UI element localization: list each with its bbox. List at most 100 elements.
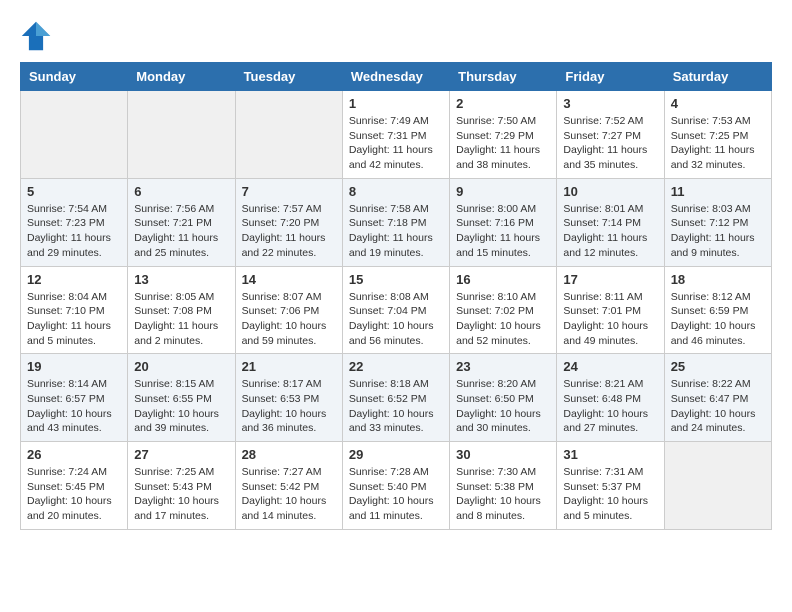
day-number: 19 [27, 359, 121, 374]
day-info: Sunrise: 8:03 AM Sunset: 7:12 PM Dayligh… [671, 202, 765, 261]
day-number: 17 [563, 272, 657, 287]
day-info: Sunrise: 8:15 AM Sunset: 6:55 PM Dayligh… [134, 377, 228, 436]
calendar-cell: 4 Sunrise: 7:53 AM Sunset: 7:25 PM Daylig… [664, 91, 771, 179]
day-info: Sunrise: 7:24 AM Sunset: 5:45 PM Dayligh… [27, 465, 121, 524]
calendar-cell: 20 Sunrise: 8:15 AM Sunset: 6:55 PM Dayli… [128, 354, 235, 442]
calendar-cell: 26 Sunrise: 7:24 AM Sunset: 5:45 PM Dayli… [21, 442, 128, 530]
calendar-cell: 19 Sunrise: 8:14 AM Sunset: 6:57 PM Dayli… [21, 354, 128, 442]
day-info: Sunrise: 7:54 AM Sunset: 7:23 PM Dayligh… [27, 202, 121, 261]
day-info: Sunrise: 8:14 AM Sunset: 6:57 PM Dayligh… [27, 377, 121, 436]
day-header-monday: Monday [128, 63, 235, 91]
day-header-friday: Friday [557, 63, 664, 91]
calendar-cell: 11 Sunrise: 8:03 AM Sunset: 7:12 PM Dayli… [664, 178, 771, 266]
calendar-cell: 17 Sunrise: 8:11 AM Sunset: 7:01 PM Dayli… [557, 266, 664, 354]
day-number: 7 [242, 184, 336, 199]
day-info: Sunrise: 8:12 AM Sunset: 6:59 PM Dayligh… [671, 290, 765, 349]
calendar-cell: 2 Sunrise: 7:50 AM Sunset: 7:29 PM Daylig… [450, 91, 557, 179]
day-info: Sunrise: 7:52 AM Sunset: 7:27 PM Dayligh… [563, 114, 657, 173]
day-number: 26 [27, 447, 121, 462]
calendar-cell: 6Sunrise: 7:56 AM Sunset: 7:21 PM Daylig… [128, 178, 235, 266]
calendar-cell: 31Sunrise: 7:31 AM Sunset: 5:37 PM Dayli… [557, 442, 664, 530]
calendar-week-row: 1 Sunrise: 7:49 AM Sunset: 7:31 PM Daylig… [21, 91, 772, 179]
day-info: Sunrise: 8:17 AM Sunset: 6:53 PM Dayligh… [242, 377, 336, 436]
calendar-cell: 8 Sunrise: 7:58 AM Sunset: 7:18 PM Daylig… [342, 178, 449, 266]
day-number: 13 [134, 272, 228, 287]
calendar-cell: 27 Sunrise: 7:25 AM Sunset: 5:43 PM Dayli… [128, 442, 235, 530]
calendar-cell: 3 Sunrise: 7:52 AM Sunset: 7:27 PM Daylig… [557, 91, 664, 179]
day-info: Sunrise: 8:00 AM Sunset: 7:16 PM Dayligh… [456, 202, 550, 261]
calendar-cell: 21 Sunrise: 8:17 AM Sunset: 6:53 PM Dayli… [235, 354, 342, 442]
day-header-saturday: Saturday [664, 63, 771, 91]
calendar-cell: 15 Sunrise: 8:08 AM Sunset: 7:04 PM Dayli… [342, 266, 449, 354]
day-info: Sunrise: 8:20 AM Sunset: 6:50 PM Dayligh… [456, 377, 550, 436]
page-header [20, 20, 772, 52]
day-number: 12 [27, 272, 121, 287]
day-number: 29 [349, 447, 443, 462]
day-number: 28 [242, 447, 336, 462]
calendar-header-row: SundayMondayTuesdayWednesdayThursdayFrid… [21, 63, 772, 91]
day-number: 24 [563, 359, 657, 374]
day-info: Sunrise: 8:05 AM Sunset: 7:08 PM Dayligh… [134, 290, 228, 349]
calendar-cell: 14 Sunrise: 8:07 AM Sunset: 7:06 PM Dayli… [235, 266, 342, 354]
calendar-cell: 12 Sunrise: 8:04 AM Sunset: 7:10 PM Dayli… [21, 266, 128, 354]
calendar-cell: 10 Sunrise: 8:01 AM Sunset: 7:14 PM Dayli… [557, 178, 664, 266]
calendar-cell [21, 91, 128, 179]
calendar-cell [664, 442, 771, 530]
day-number: 25 [671, 359, 765, 374]
day-info: Sunrise: 8:01 AM Sunset: 7:14 PM Dayligh… [563, 202, 657, 261]
day-info: Sunrise: 7:31 AM Sunset: 5:37 PM Dayligh… [563, 465, 657, 524]
logo-icon [20, 20, 52, 52]
day-info: Sunrise: 8:11 AM Sunset: 7:01 PM Dayligh… [563, 290, 657, 349]
day-info: Sunrise: 7:57 AM Sunset: 7:20 PM Dayligh… [242, 202, 336, 261]
logo [20, 20, 56, 52]
day-number: 1 [349, 96, 443, 111]
calendar-cell: 9Sunrise: 8:00 AM Sunset: 7:16 PM Daylig… [450, 178, 557, 266]
day-header-wednesday: Wednesday [342, 63, 449, 91]
calendar-cell: 30 Sunrise: 7:30 AM Sunset: 5:38 PM Dayli… [450, 442, 557, 530]
day-info: Sunrise: 8:10 AM Sunset: 7:02 PM Dayligh… [456, 290, 550, 349]
calendar-cell: 13 Sunrise: 8:05 AM Sunset: 7:08 PM Dayli… [128, 266, 235, 354]
day-number: 2 [456, 96, 550, 111]
day-number: 8 [349, 184, 443, 199]
day-header-sunday: Sunday [21, 63, 128, 91]
day-info: Sunrise: 7:56 AM Sunset: 7:21 PM Dayligh… [134, 202, 228, 261]
day-number: 15 [349, 272, 443, 287]
day-info: Sunrise: 7:50 AM Sunset: 7:29 PM Dayligh… [456, 114, 550, 173]
calendar-week-row: 12 Sunrise: 8:04 AM Sunset: 7:10 PM Dayli… [21, 266, 772, 354]
day-info: Sunrise: 7:28 AM Sunset: 5:40 PM Dayligh… [349, 465, 443, 524]
day-number: 5 [27, 184, 121, 199]
day-info: Sunrise: 7:25 AM Sunset: 5:43 PM Dayligh… [134, 465, 228, 524]
calendar-week-row: 19 Sunrise: 8:14 AM Sunset: 6:57 PM Dayli… [21, 354, 772, 442]
calendar-cell: 16Sunrise: 8:10 AM Sunset: 7:02 PM Dayli… [450, 266, 557, 354]
day-number: 22 [349, 359, 443, 374]
day-info: Sunrise: 8:22 AM Sunset: 6:47 PM Dayligh… [671, 377, 765, 436]
day-info: Sunrise: 7:27 AM Sunset: 5:42 PM Dayligh… [242, 465, 336, 524]
day-number: 21 [242, 359, 336, 374]
calendar-cell: 29 Sunrise: 7:28 AM Sunset: 5:40 PM Dayli… [342, 442, 449, 530]
day-number: 10 [563, 184, 657, 199]
day-number: 14 [242, 272, 336, 287]
day-info: Sunrise: 8:07 AM Sunset: 7:06 PM Dayligh… [242, 290, 336, 349]
calendar-week-row: 26 Sunrise: 7:24 AM Sunset: 5:45 PM Dayli… [21, 442, 772, 530]
day-number: 20 [134, 359, 228, 374]
calendar-cell: 7 Sunrise: 7:57 AM Sunset: 7:20 PM Daylig… [235, 178, 342, 266]
day-number: 3 [563, 96, 657, 111]
day-info: Sunrise: 7:53 AM Sunset: 7:25 PM Dayligh… [671, 114, 765, 173]
calendar-cell: 25 Sunrise: 8:22 AM Sunset: 6:47 PM Dayli… [664, 354, 771, 442]
calendar-table: SundayMondayTuesdayWednesdayThursdayFrid… [20, 62, 772, 530]
day-info: Sunrise: 7:49 AM Sunset: 7:31 PM Dayligh… [349, 114, 443, 173]
calendar-cell: 23Sunrise: 8:20 AM Sunset: 6:50 PM Dayli… [450, 354, 557, 442]
day-number: 11 [671, 184, 765, 199]
day-number: 27 [134, 447, 228, 462]
calendar-cell: 1 Sunrise: 7:49 AM Sunset: 7:31 PM Daylig… [342, 91, 449, 179]
day-header-thursday: Thursday [450, 63, 557, 91]
day-info: Sunrise: 8:08 AM Sunset: 7:04 PM Dayligh… [349, 290, 443, 349]
calendar-cell: 28 Sunrise: 7:27 AM Sunset: 5:42 PM Dayli… [235, 442, 342, 530]
day-info: Sunrise: 8:04 AM Sunset: 7:10 PM Dayligh… [27, 290, 121, 349]
day-number: 30 [456, 447, 550, 462]
calendar-cell [128, 91, 235, 179]
day-header-tuesday: Tuesday [235, 63, 342, 91]
day-number: 4 [671, 96, 765, 111]
day-info: Sunrise: 7:58 AM Sunset: 7:18 PM Dayligh… [349, 202, 443, 261]
day-info: Sunrise: 7:30 AM Sunset: 5:38 PM Dayligh… [456, 465, 550, 524]
